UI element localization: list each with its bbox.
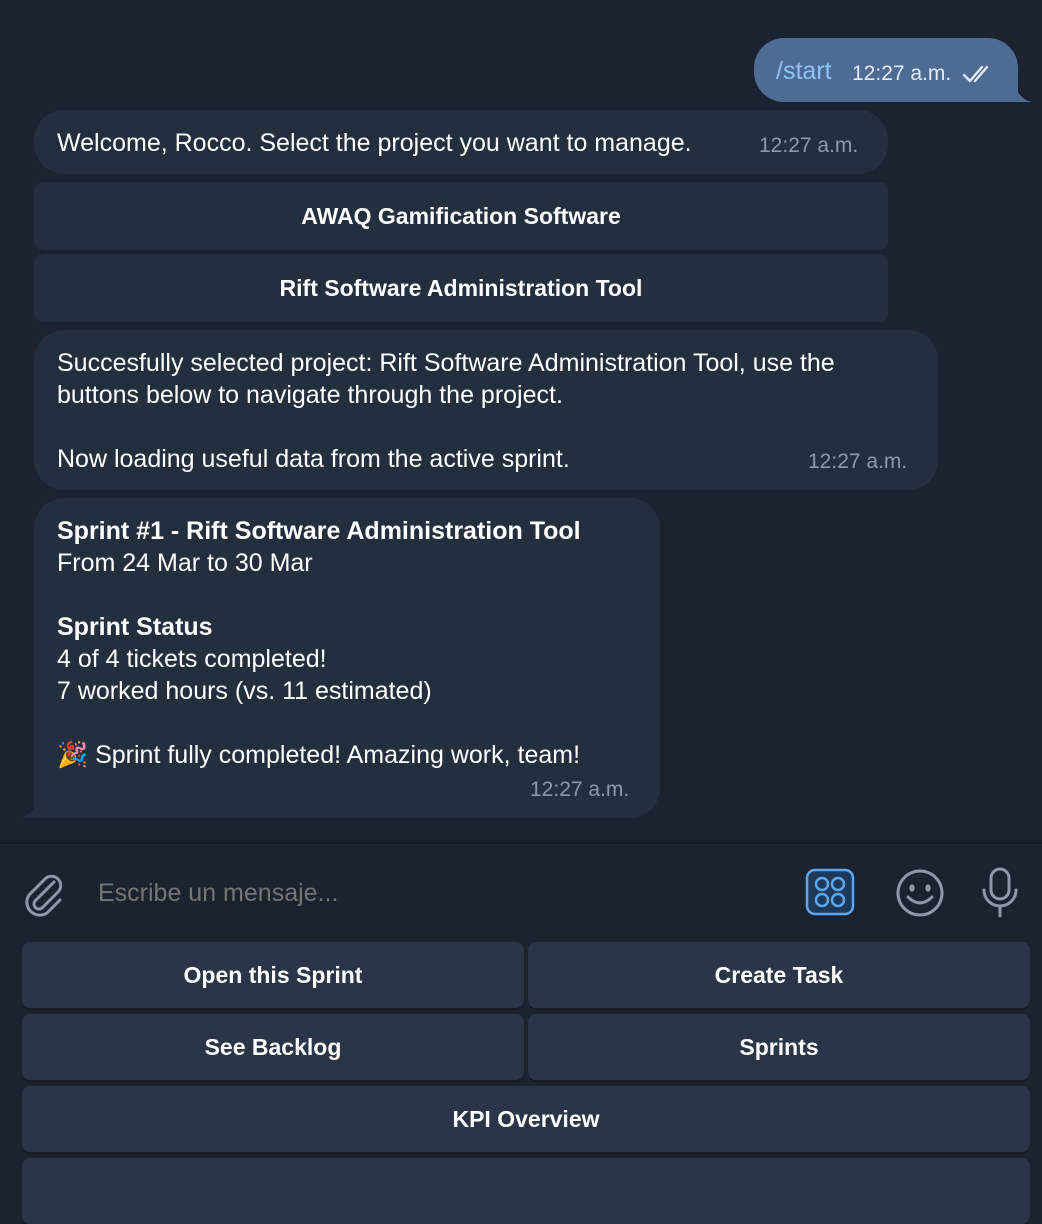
inline-button-rift[interactable]: Rift Software Administration Tool [34, 254, 888, 322]
incoming-message-welcome: Welcome, Rocco. Select the project you w… [34, 110, 888, 174]
inline-button-awaq[interactable]: AWAQ Gamification Software [34, 182, 888, 250]
sprint-dates: From 24 Mar to 30 Mar [57, 549, 313, 577]
microphone-icon[interactable] [978, 866, 1022, 920]
bot-menu-icon[interactable] [805, 868, 855, 916]
message-time: 12:27 a.m. [852, 62, 952, 85]
paperclip-icon[interactable] [20, 868, 66, 918]
message-text: buttons below to navigate through the pr… [57, 381, 563, 409]
incoming-message-selected: Succesfully selected project: Rift Softw… [34, 330, 938, 490]
see-backlog-button[interactable]: See Backlog [22, 1014, 524, 1080]
button-label: Open this Sprint [183, 961, 363, 988]
message-text: Now loading useful data from the active … [57, 445, 570, 473]
celebration-text: Sprint fully completed! Amazing work, te… [95, 741, 581, 769]
inline-button-label: Rift Software Administration Tool [279, 274, 643, 301]
emoji-icon[interactable] [894, 867, 946, 919]
open-sprint-button[interactable]: Open this Sprint [22, 942, 524, 1008]
sprint-hours: 7 worked hours (vs. 11 estimated) [57, 677, 432, 705]
incoming-message-sprint: Sprint #1 - Rift Software Administration… [34, 498, 660, 818]
message-time: 12:27 a.m. [530, 778, 630, 801]
party-popper-icon: 🎉 [57, 741, 89, 769]
outgoing-bubble-tail [1004, 80, 1032, 102]
message-time: 12:27 a.m. [759, 134, 859, 157]
message-time: 12:27 a.m. [808, 450, 908, 473]
message-text: Welcome, Rocco. Select the project you w… [57, 129, 692, 157]
inline-button-label: AWAQ Gamification Software [301, 202, 621, 229]
chat-area[interactable]: /start 12:27 a.m. Welcome, Rocco. Select… [0, 0, 1042, 842]
button-label: KPI Overview [452, 1105, 600, 1132]
sprints-button[interactable]: Sprints [528, 1014, 1030, 1080]
incoming-bubble-tail [20, 796, 48, 818]
outgoing-message-start: /start 12:27 a.m. [754, 38, 1018, 102]
message-composer [0, 844, 1042, 940]
kpi-overview-button[interactable]: KPI Overview [22, 1086, 1030, 1152]
button-label: See Backlog [204, 1033, 342, 1060]
button-label: Create Task [714, 961, 844, 988]
reply-keyboard: Open this Sprint Create Task See Backlog… [0, 940, 1042, 1224]
message-input[interactable] [96, 866, 790, 920]
sprint-tickets: 4 of 4 tickets completed! [57, 645, 327, 673]
button-label: Sprints [739, 1033, 819, 1060]
command-link[interactable]: /start [776, 55, 832, 87]
sprint-status-heading: Sprint Status [57, 613, 213, 641]
message-text: Succesfully selected project: Rift Softw… [57, 349, 835, 377]
sprint-title: Sprint #1 - Rift Software Administration… [57, 517, 581, 545]
double-check-icon [962, 65, 989, 83]
sprint-celebration: 🎉 Sprint fully completed! Amazing work, … [57, 739, 581, 771]
create-task-button[interactable]: Create Task [528, 942, 1030, 1008]
